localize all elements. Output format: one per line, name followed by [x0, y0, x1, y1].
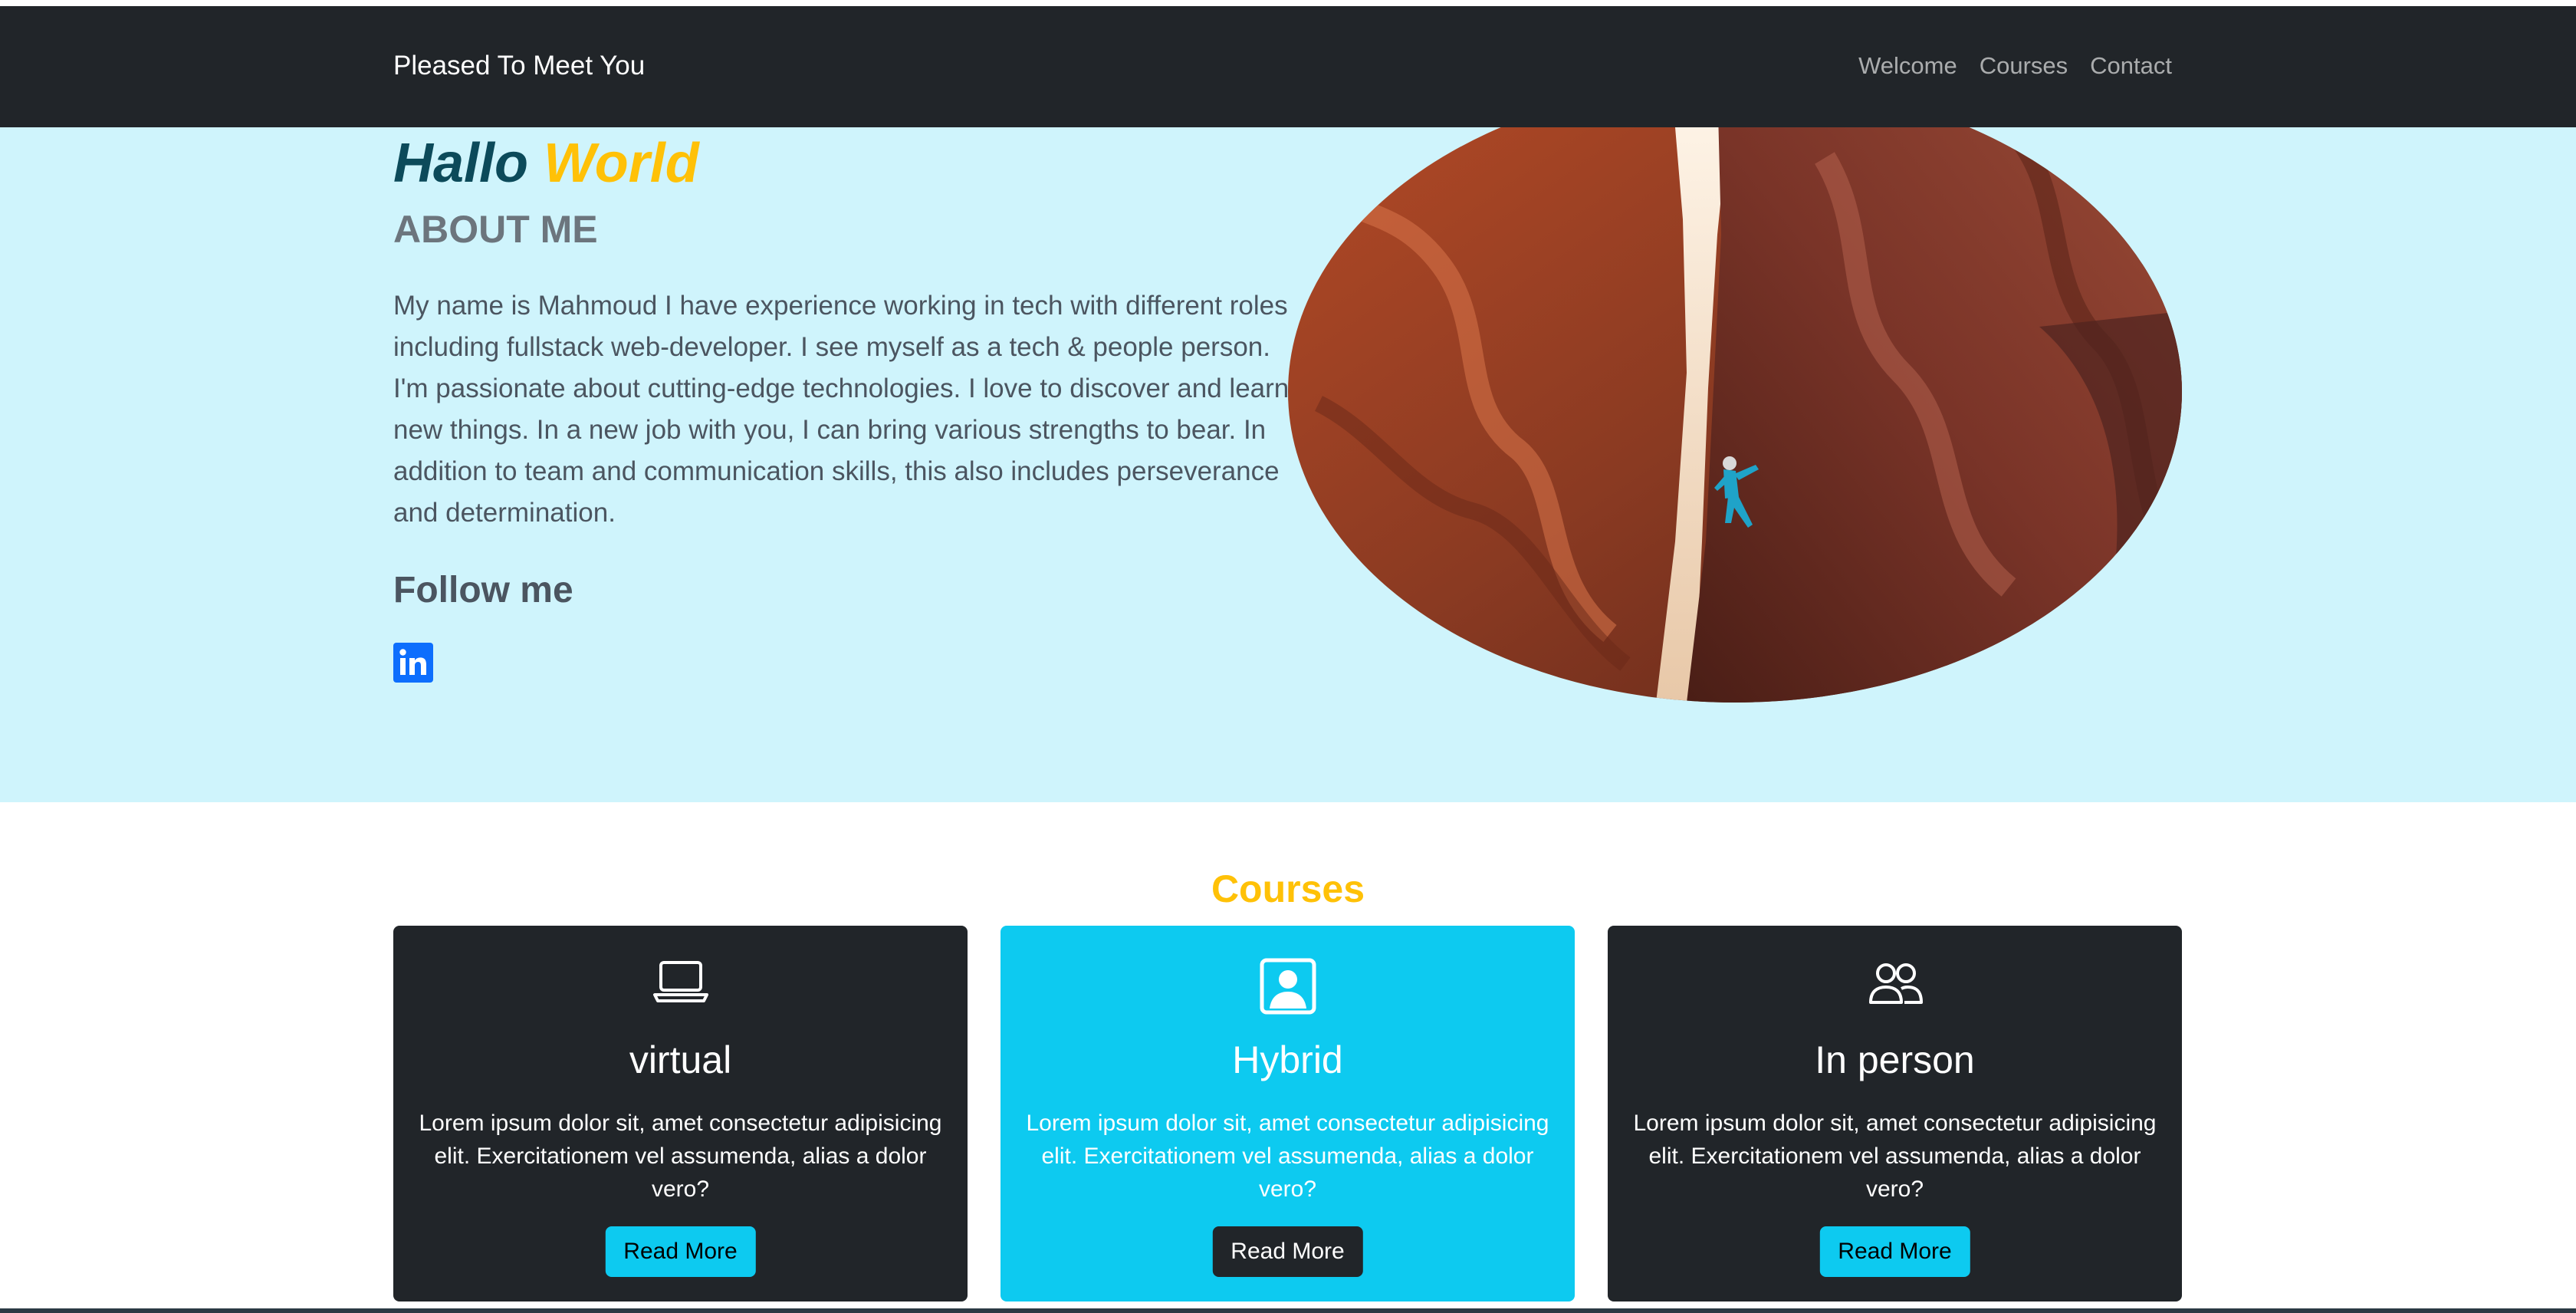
- card-title: In person: [1815, 1038, 1975, 1081]
- nav-link-courses[interactable]: Courses: [1980, 52, 2068, 80]
- people-icon: [1608, 958, 2182, 1019]
- linkedin-icon[interactable]: [393, 643, 433, 683]
- window-top-edge: [0, 0, 2576, 6]
- follow-heading: Follow me: [393, 570, 573, 610]
- card-title: virtual: [629, 1038, 732, 1081]
- hero-image: [1288, 127, 2182, 703]
- nav-links: Welcome Courses Contact: [1858, 52, 2172, 80]
- course-card-virtual: virtual Lorem ipsum dolor sit, amet cons…: [393, 926, 968, 1301]
- about-heading: ABOUT ME: [393, 208, 598, 251]
- person-square-icon: [1001, 958, 1575, 1019]
- read-more-button[interactable]: Read More: [605, 1226, 756, 1277]
- card-title: Hybrid: [1232, 1038, 1343, 1081]
- card-text: Lorem ipsum dolor sit, amet consectetur …: [1026, 1111, 1549, 1202]
- page: Pleased To Meet You Welcome Courses Cont…: [0, 0, 2576, 1313]
- window-bottom-edge: [0, 1308, 2576, 1313]
- read-more-button[interactable]: Read More: [1212, 1226, 1363, 1277]
- card-text: Lorem ipsum dolor sit, amet consectetur …: [1633, 1111, 2157, 1202]
- nav-link-contact[interactable]: Contact: [2090, 52, 2172, 80]
- navbar: Pleased To Meet You Welcome Courses Cont…: [0, 6, 2576, 127]
- course-card-hybrid: Hybrid Lorem ipsum dolor sit, amet conse…: [1001, 926, 1575, 1301]
- laptop-icon: [393, 958, 968, 1019]
- nav-link-welcome[interactable]: Welcome: [1858, 52, 1957, 80]
- about-text: My name is Mahmoud I have experience wor…: [393, 291, 1290, 528]
- course-card-in-person: In person Lorem ipsum dolor sit, amet co…: [1608, 926, 2182, 1301]
- hero-title-world: World: [544, 133, 699, 194]
- card-text: Lorem ipsum dolor sit, amet consectetur …: [419, 1111, 942, 1202]
- hero-section: Hallo World ABOUT ME My name is Mahmoud …: [0, 127, 2576, 802]
- courses-title: Courses: [1211, 867, 1365, 910]
- navbar-brand[interactable]: Pleased To Meet You: [393, 51, 645, 81]
- read-more-button[interactable]: Read More: [1819, 1226, 1970, 1277]
- hero-title-hallo: Hallo: [393, 133, 529, 194]
- hero-title: Hallo World: [393, 132, 699, 195]
